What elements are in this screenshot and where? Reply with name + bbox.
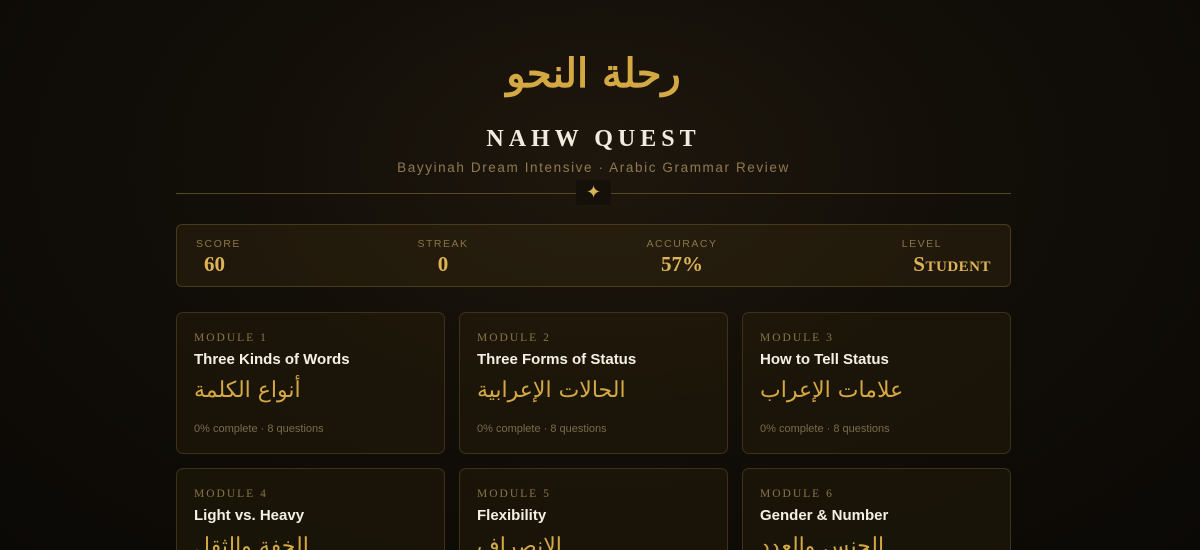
module-arabic-title: الانصراف — [477, 534, 562, 550]
module-card-4[interactable]: MODULE 4 Light vs. Heavy الخفة والثقل — [176, 468, 445, 550]
module-progress: 0% complete · 8 questions — [477, 423, 607, 435]
stat-streak-label: STREAK — [417, 238, 469, 250]
module-arabic-title: الحالات الإعرابية — [477, 378, 626, 403]
stat-score: SCORE 60 — [196, 237, 241, 277]
stat-streak: STREAK 0 — [389, 237, 497, 277]
app-subtitle: Bayyinah Dream Intensive · Arabic Gramma… — [397, 160, 790, 175]
module-label: MODULE 4 — [194, 488, 268, 500]
stat-level-label: LEVEL — [901, 238, 942, 250]
module-card-1[interactable]: MODULE 1 Three Kinds of Words أنواع الكل… — [176, 312, 445, 454]
app-title: NAHW QUEST — [486, 126, 701, 152]
stat-score-value: 60 — [204, 252, 225, 276]
stat-level-value: Student — [913, 252, 991, 276]
module-card-5[interactable]: MODULE 5 Flexibility الانصراف — [459, 468, 728, 550]
module-title: How to Tell Status — [760, 351, 889, 368]
module-title: Flexibility — [477, 507, 547, 524]
module-label: MODULE 2 — [477, 332, 551, 344]
stat-accuracy-label: ACCURACY — [646, 238, 718, 250]
module-progress: 0% complete · 8 questions — [194, 423, 324, 435]
module-card-2[interactable]: MODULE 2 Three Forms of Status الحالات ا… — [459, 312, 728, 454]
module-arabic-title: علامات الإعراب — [760, 378, 904, 403]
module-label: MODULE 1 — [194, 332, 268, 344]
module-title: Gender & Number — [760, 507, 889, 524]
module-title: Three Kinds of Words — [194, 351, 350, 368]
module-label: MODULE 6 — [760, 488, 834, 500]
module-arabic-title: الخفة والثقل — [194, 534, 309, 550]
module-card-6[interactable]: MODULE 6 Gender & Number الجنس والعدد — [742, 468, 1011, 550]
stat-accuracy-value: 57% — [661, 252, 703, 276]
module-title: Three Forms of Status — [477, 351, 637, 368]
stat-streak-value: 0 — [437, 252, 449, 276]
module-arabic-title: الجنس والعدد — [760, 534, 885, 550]
arabic-app-title: رحلة النحو — [506, 50, 681, 97]
module-card-3[interactable]: MODULE 3 How to Tell Status علامات الإعر… — [742, 312, 1011, 454]
stats-panel: SCORE 60 STREAK 0 ACCURACY 57% LEVEL Stu… — [176, 224, 1011, 287]
stat-level: LEVEL Student — [902, 237, 991, 277]
module-arabic-title: أنواع الكلمة — [194, 378, 301, 403]
module-title: Light vs. Heavy — [194, 507, 305, 524]
module-label: MODULE 3 — [760, 332, 834, 344]
stat-score-label: SCORE — [196, 238, 241, 250]
stat-accuracy: ACCURACY 57% — [627, 237, 737, 277]
module-label: MODULE 5 — [477, 488, 551, 500]
star-icon: ✦ — [576, 180, 611, 205]
module-progress: 0% complete · 8 questions — [760, 423, 890, 435]
